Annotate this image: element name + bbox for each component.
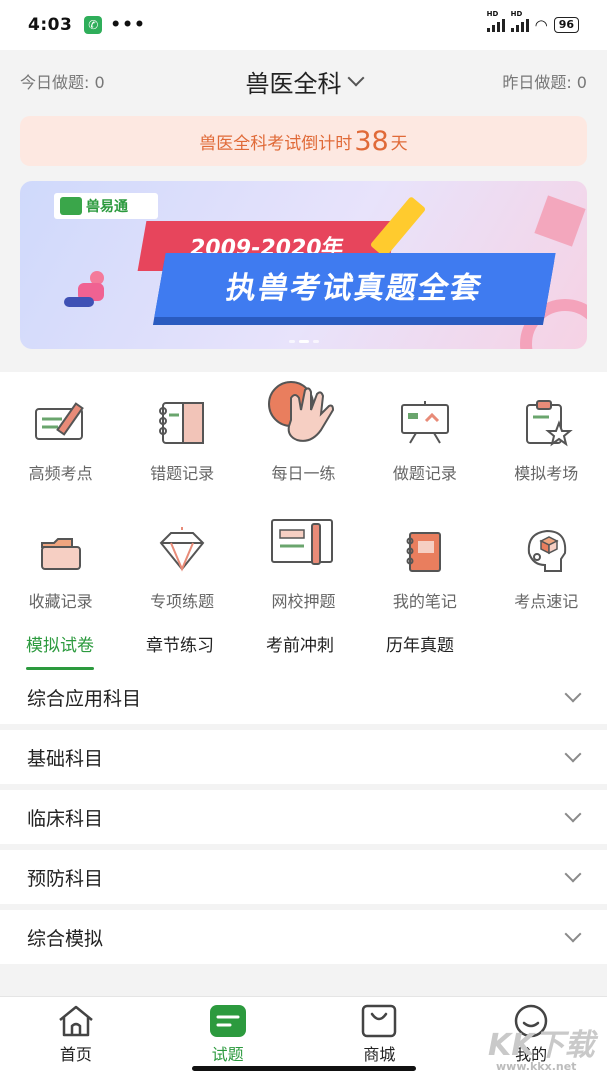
cellular-signal-icon: HD bbox=[486, 10, 505, 32]
watermark-text: KK下载 bbox=[488, 1028, 595, 1063]
board-pencil-icon bbox=[32, 392, 90, 452]
chevron-down-icon bbox=[564, 925, 582, 943]
questions-icon bbox=[208, 1003, 248, 1039]
list-item-label: 综合应用科目 bbox=[27, 687, 142, 710]
more-notifications-icon: ••• bbox=[110, 15, 146, 35]
home-indicator[interactable] bbox=[192, 1066, 416, 1071]
countdown-prefix: 兽医全科考试倒计时 bbox=[199, 133, 353, 154]
shortcut-label: 每日一练 bbox=[271, 464, 336, 483]
shortcut-label: 专项练题 bbox=[150, 592, 215, 611]
chevron-down-icon bbox=[564, 805, 582, 823]
home-icon bbox=[56, 1003, 96, 1039]
shortcut-label: 做题记录 bbox=[392, 464, 457, 483]
watermark-url: www.kkx.net bbox=[496, 1060, 577, 1073]
chevron-down-icon bbox=[564, 685, 582, 703]
list-item[interactable]: 临床科目 bbox=[0, 790, 607, 844]
list-item-label: 综合模拟 bbox=[27, 927, 104, 950]
shortcut-my-notes[interactable]: 我的笔记 bbox=[364, 520, 485, 612]
shortcut-topic-practice[interactable]: 专项练题 bbox=[122, 520, 243, 612]
decor-cube bbox=[534, 195, 586, 247]
hand-ok-icon bbox=[261, 381, 345, 452]
brand-logo-text: 兽易通 bbox=[86, 199, 128, 215]
shortcut-quick-memo[interactable]: 考点速记 bbox=[486, 520, 607, 612]
list-item[interactable]: 预防科目 bbox=[0, 850, 607, 904]
carousel-dots bbox=[20, 340, 587, 343]
diamond-icon bbox=[153, 520, 211, 580]
list-item[interactable]: 基础科目 bbox=[0, 730, 607, 784]
easel-icon bbox=[396, 392, 454, 452]
shortcut-label: 高频考点 bbox=[28, 464, 93, 483]
chevron-down-icon bbox=[564, 865, 582, 883]
yesterday-count: 昨日做题: 0 bbox=[502, 73, 587, 92]
today-count: 今日做题: 0 bbox=[20, 73, 105, 92]
battery-indicator: 96 bbox=[553, 17, 579, 33]
nav-label: 商城 bbox=[363, 1045, 396, 1064]
leaf-icon bbox=[60, 197, 82, 215]
tab-past-papers[interactable]: 历年真题 bbox=[386, 628, 454, 670]
folder-icon bbox=[32, 520, 90, 580]
chevron-down-icon bbox=[564, 745, 582, 763]
person-illustration bbox=[60, 271, 120, 311]
site-watermark: KK下载 www.kkx.net bbox=[488, 1020, 600, 1078]
shortcut-practice-records[interactable]: 做题记录 bbox=[364, 392, 485, 484]
promo-banner[interactable]: 兽易通 2009-2020年 执兽考试真题全套 bbox=[20, 181, 587, 349]
subject-list: 综合应用科目 基础科目 临床科目 预防科目 综合模拟 bbox=[0, 670, 607, 970]
shortcut-row-1: 高频考点 错题记录 每日一练 做题记录 模拟考场 bbox=[0, 381, 607, 484]
category-tabs: 模拟试卷 章节练习 考前冲刺 历年真题 bbox=[0, 628, 607, 670]
brand-logo: 兽易通 bbox=[54, 193, 158, 219]
document-pen-icon bbox=[268, 519, 338, 580]
clock: 4:03 bbox=[28, 15, 73, 35]
shortcut-mock-exam[interactable]: 模拟考场 bbox=[486, 392, 607, 484]
shortcut-label: 模拟考场 bbox=[514, 464, 579, 483]
countdown-suffix: 天 bbox=[390, 133, 408, 154]
subject-title: 兽医全科 bbox=[245, 69, 342, 98]
chevron-down-icon bbox=[347, 69, 364, 87]
list-item[interactable]: 综合模拟 bbox=[0, 910, 607, 964]
status-bar: 4:03 ✆ ••• HD HD ◠ 96 bbox=[0, 0, 607, 50]
notepad-icon bbox=[396, 520, 454, 580]
list-item[interactable]: 综合应用科目 bbox=[0, 670, 607, 724]
app-header: 今日做题: 0 兽医全科 昨日做题: 0 bbox=[0, 50, 607, 112]
countdown-days: 38 bbox=[354, 125, 389, 157]
cellular-signal-2-icon: HD bbox=[510, 10, 529, 32]
phone-call-icon: ✆ bbox=[84, 16, 103, 34]
list-item-label: 基础科目 bbox=[27, 747, 104, 770]
shortcut-label: 考点速记 bbox=[514, 592, 579, 611]
exam-countdown: 兽医全科考试倒计时 38 天 bbox=[20, 116, 587, 166]
list-item-label: 临床科目 bbox=[27, 807, 104, 830]
shortcut-label: 网校押题 bbox=[271, 592, 336, 611]
head-box-icon bbox=[517, 520, 575, 580]
shortcut-daily-practice[interactable]: 每日一练 bbox=[243, 381, 364, 484]
list-item-label: 预防科目 bbox=[27, 867, 104, 890]
nav-label: 试题 bbox=[211, 1045, 244, 1064]
clipboard-star-icon bbox=[517, 392, 575, 452]
subject-selector[interactable]: 兽医全科 bbox=[245, 64, 364, 99]
tab-mock-papers[interactable]: 模拟试卷 bbox=[26, 628, 94, 670]
shortcut-label: 我的笔记 bbox=[392, 592, 457, 611]
shopping-bag-icon bbox=[359, 1003, 399, 1039]
banner-headline: 执兽考试真题全套 bbox=[154, 253, 556, 317]
wifi-icon: ◠ bbox=[534, 16, 548, 34]
shortcut-row-2: 收藏记录 专项练题 网校押题 我的笔记 考点速记 bbox=[0, 519, 607, 612]
shortcut-label: 收藏记录 bbox=[28, 592, 93, 611]
shortcut-favorites[interactable]: 收藏记录 bbox=[0, 520, 121, 612]
notebook-icon bbox=[153, 392, 211, 452]
shortcut-label: 错题记录 bbox=[150, 464, 215, 483]
tab-pre-exam-sprint[interactable]: 考前冲刺 bbox=[266, 628, 334, 670]
nav-home[interactable]: 首页 bbox=[26, 1003, 126, 1080]
nav-label: 首页 bbox=[59, 1045, 92, 1064]
shortcut-school-predictions[interactable]: 网校押题 bbox=[243, 519, 364, 612]
tab-chapter-practice[interactable]: 章节练习 bbox=[146, 628, 214, 670]
shortcut-wrong-records[interactable]: 错题记录 bbox=[122, 392, 243, 484]
shortcut-high-frequency[interactable]: 高频考点 bbox=[0, 392, 121, 484]
